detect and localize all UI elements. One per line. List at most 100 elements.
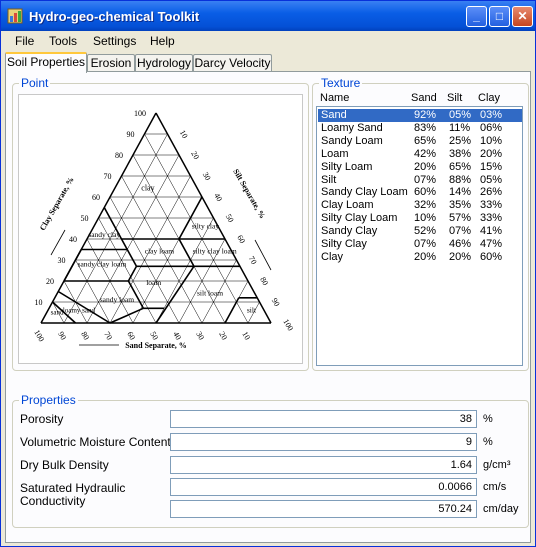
porosity-unit: % — [483, 413, 493, 425]
texture-row[interactable]: Silty Clay 07% 46% 47% — [318, 238, 522, 251]
minimize-icon: _ — [473, 9, 480, 23]
conductivity-label-line1: Saturated Hydraulic — [20, 481, 126, 495]
region-label: sand — [51, 309, 64, 317]
menu-settings[interactable]: Settings — [93, 34, 136, 48]
menu-help[interactable]: Help — [150, 34, 175, 48]
bulk-density-unit: g/cm³ — [483, 459, 511, 471]
texture-row[interactable]: Silt 07% 88% 05% — [318, 174, 522, 187]
soil-texture-triangle[interactable]: 100 90 80 70 60 50 40 30 20 10 10 20 30 40 50 60 70 80 90 1… — [18, 94, 303, 364]
clay-tick-label: 90 — [127, 130, 135, 139]
bulk-density-field[interactable]: 1.64 — [170, 456, 477, 474]
tab-hydrology[interactable]: Hydrology — [135, 54, 193, 72]
texture-row[interactable]: Loam 42% 38% 20% — [318, 148, 522, 161]
texture-cell-name: Silty Clay Loam — [321, 212, 398, 225]
porosity-label: Porosity — [20, 412, 64, 426]
texture-cell-silt: 25% — [449, 134, 472, 147]
clay-tick-label: 10 — [35, 298, 43, 307]
texture-cell-name: Loamy Sand — [321, 121, 383, 134]
region-label: silt — [247, 306, 257, 315]
texture-row[interactable]: Loamy Sand 83% 11% 06% — [318, 122, 522, 135]
texture-cell-name: Clay Loam — [321, 199, 374, 212]
texture-cell-sand: 60% — [414, 186, 437, 199]
texture-cell-name: Silt — [321, 173, 337, 186]
class-boundary — [109, 307, 144, 324]
point-group-label: Point — [19, 76, 51, 90]
texture-cell-silt: 11% — [449, 121, 471, 134]
silt-tick-label: 20 — [189, 150, 201, 161]
region-label: loam — [146, 278, 161, 287]
texture-cell-silt: 38% — [449, 147, 472, 160]
texture-cell-silt: 65% — [449, 160, 472, 173]
texture-list[interactable]: Sand 92% 05% 03% Loamy Sand 83% 11% 06% Sandy Lo… — [316, 106, 523, 366]
header-clay[interactable]: Clay — [478, 92, 500, 104]
sand-axis-title: Sand Separate, % — [125, 341, 187, 350]
texture-row[interactable]: Sandy Clay 52% 07% 41% — [318, 225, 522, 238]
sand-tick-label: 60 — [125, 330, 137, 341]
window-title: Hydro-geo-chemical Toolkit — [29, 9, 200, 24]
texture-cell-sand: 42% — [414, 147, 437, 160]
texture-cell-silt: 14% — [449, 186, 472, 199]
texture-cell-clay: 26% — [480, 186, 503, 199]
maximize-button[interactable]: □ — [489, 6, 510, 27]
texture-row[interactable]: Sandy Loam 65% 25% 10% — [318, 135, 522, 148]
porosity-field[interactable]: 38 — [170, 410, 477, 428]
texture-row[interactable]: Sand 92% 05% 03% — [318, 109, 522, 122]
region-label: loamy sand — [63, 307, 96, 315]
texture-cell-clay: 15% — [480, 160, 503, 173]
menu-tools[interactable]: Tools — [49, 34, 77, 48]
texture-triangle-svg: 1009080706050403020101020304050607080901… — [32, 109, 295, 350]
header-sand[interactable]: Sand — [411, 92, 437, 104]
tab-soil-properties[interactable]: Soil Properties — [5, 52, 87, 73]
texture-row[interactable]: Clay Loam 32% 35% 33% — [318, 199, 522, 212]
header-name[interactable]: Name — [320, 92, 349, 104]
texture-row[interactable]: Silty Clay Loam 10% 57% 33% — [318, 212, 522, 225]
texture-cell-silt: 88% — [449, 173, 472, 186]
silt-tick-label: 30 — [201, 171, 213, 182]
minimize-button[interactable]: _ — [466, 6, 487, 27]
moisture-unit: % — [483, 436, 493, 448]
texture-cell-silt: 35% — [449, 199, 472, 212]
region-label: clay — [141, 184, 154, 193]
texture-cell-sand: 20% — [414, 160, 437, 173]
class-boundary — [155, 265, 195, 324]
texture-row[interactable]: Sandy Clay Loam 60% 14% 26% — [318, 186, 522, 199]
sand-tick-label: 20 — [217, 330, 229, 341]
menu-bar: File Tools Settings Help — [1, 31, 535, 51]
silt-tick-label: 90 — [270, 297, 282, 308]
class-boundary — [126, 249, 138, 267]
texture-cell-sand: 20% — [414, 250, 437, 263]
texture-cell-silt: 07% — [449, 225, 472, 238]
conductivity-cms-field[interactable]: 0.0066 — [170, 478, 477, 496]
conductivity-cms-unit: cm/s — [483, 481, 507, 493]
sand-tick-label: 90 — [56, 330, 68, 341]
tab-erosion[interactable]: Erosion — [87, 54, 135, 72]
texture-cell-name: Sandy Loam — [321, 134, 383, 147]
texture-group-label: Texture — [319, 76, 363, 90]
texture-cell-name: Clay — [321, 250, 344, 263]
header-silt[interactable]: Silt — [447, 92, 462, 104]
clay-tick-label: 80 — [115, 151, 123, 160]
texture-cell-sand: 07% — [414, 173, 437, 186]
region-label: sandy clay — [88, 230, 120, 239]
sand-tick-label: 70 — [102, 330, 114, 341]
texture-row[interactable]: Silty Loam 20% 65% 15% — [318, 161, 522, 174]
menu-file[interactable]: File — [15, 34, 34, 48]
texture-row[interactable]: Clay 20% 20% 60% — [318, 251, 522, 264]
texture-cell-clay: 06% — [480, 121, 503, 134]
tab-darcy-velocity[interactable]: Darcy Velocity — [193, 54, 272, 72]
app-icon — [7, 8, 23, 24]
texture-cell-sand: 65% — [414, 134, 437, 147]
conductivity-cmday-field[interactable]: 570.24 — [170, 500, 477, 518]
region-label: silty clay — [192, 222, 220, 231]
texture-cell-clay: 47% — [480, 238, 503, 250]
clay-tick-label: 40 — [69, 235, 77, 244]
texture-cell-clay: 05% — [480, 173, 503, 186]
sand-tick-label: 30 — [194, 330, 206, 341]
close-button[interactable]: ✕ — [512, 6, 533, 27]
clay-tick-label: 20 — [46, 277, 54, 286]
texture-cell-clay: 60% — [480, 250, 503, 263]
moisture-field[interactable]: 9 — [170, 433, 477, 451]
silt-tick-label: 10 — [178, 129, 190, 140]
title-bar[interactable]: Hydro-geo-chemical Toolkit _ □ ✕ — [1, 1, 535, 31]
sand-tick-label: 40 — [171, 330, 183, 341]
